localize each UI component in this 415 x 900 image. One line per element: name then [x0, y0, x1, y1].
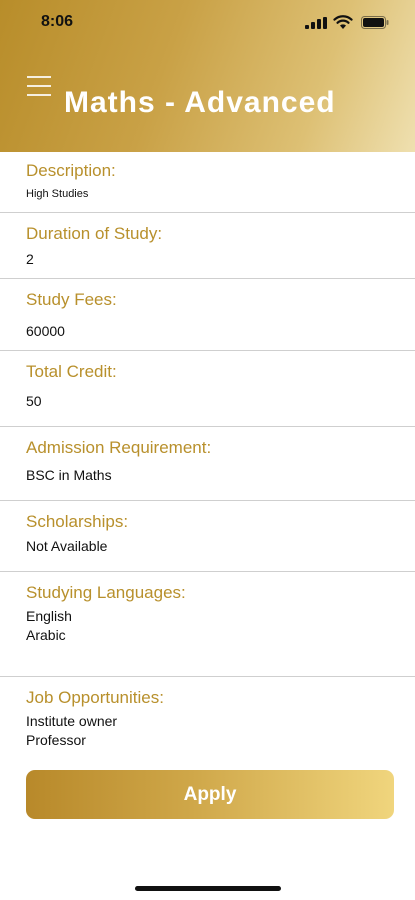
detail-row-duration: Duration of Study: 2 [0, 213, 415, 279]
detail-row-fees: Study Fees: 60000 [0, 279, 415, 351]
detail-value: Arabic [26, 627, 66, 643]
detail-label: Studying Languages: [26, 583, 186, 602]
home-indicator[interactable] [135, 886, 281, 891]
menu-icon[interactable] [27, 76, 53, 98]
detail-value: Not Available [26, 538, 108, 554]
wifi-icon [333, 15, 353, 29]
detail-label: Total Credit: [26, 362, 117, 381]
signal-icon [305, 17, 327, 29]
detail-row-admission: Admission Requirement: BSC in Maths [0, 427, 415, 501]
detail-value: English [26, 608, 72, 624]
header-bar: 8:06 Maths - Advanced [0, 0, 415, 152]
detail-row-credit: Total Credit: 50 [0, 351, 415, 427]
detail-value: Institute owner [26, 713, 118, 729]
detail-row-description: Description: High Studies [0, 152, 415, 213]
detail-value: 50 [26, 393, 42, 409]
detail-value: Professor [26, 732, 86, 748]
detail-value: 2 [26, 251, 34, 267]
detail-label: Job Opportunities: [26, 688, 164, 707]
detail-value: 60000 [26, 323, 65, 339]
detail-label: Duration of Study: [26, 224, 163, 243]
page-title: Maths - Advanced [64, 86, 336, 119]
detail-row-scholarships: Scholarships: Not Available [0, 501, 415, 572]
status-time: 8:06 [41, 13, 74, 30]
detail-label: Description: [26, 161, 116, 180]
battery-icon [361, 16, 389, 29]
detail-label: Scholarships: [26, 512, 129, 531]
details-list: Description: High Studies Duration of St… [0, 152, 415, 767]
detail-value: High Studies [26, 188, 89, 200]
detail-label: Study Fees: [26, 290, 117, 309]
detail-row-jobs: Job Opportunities: Institute owner Profe… [0, 677, 415, 767]
status-bar: 8:06 [0, 0, 415, 44]
detail-value: BSC in Maths [26, 467, 112, 483]
detail-label: Admission Requirement: [26, 438, 212, 457]
status-icons [305, 14, 389, 32]
detail-row-languages: Studying Languages: English Arabic [0, 572, 415, 677]
apply-button[interactable]: Apply [26, 770, 394, 819]
